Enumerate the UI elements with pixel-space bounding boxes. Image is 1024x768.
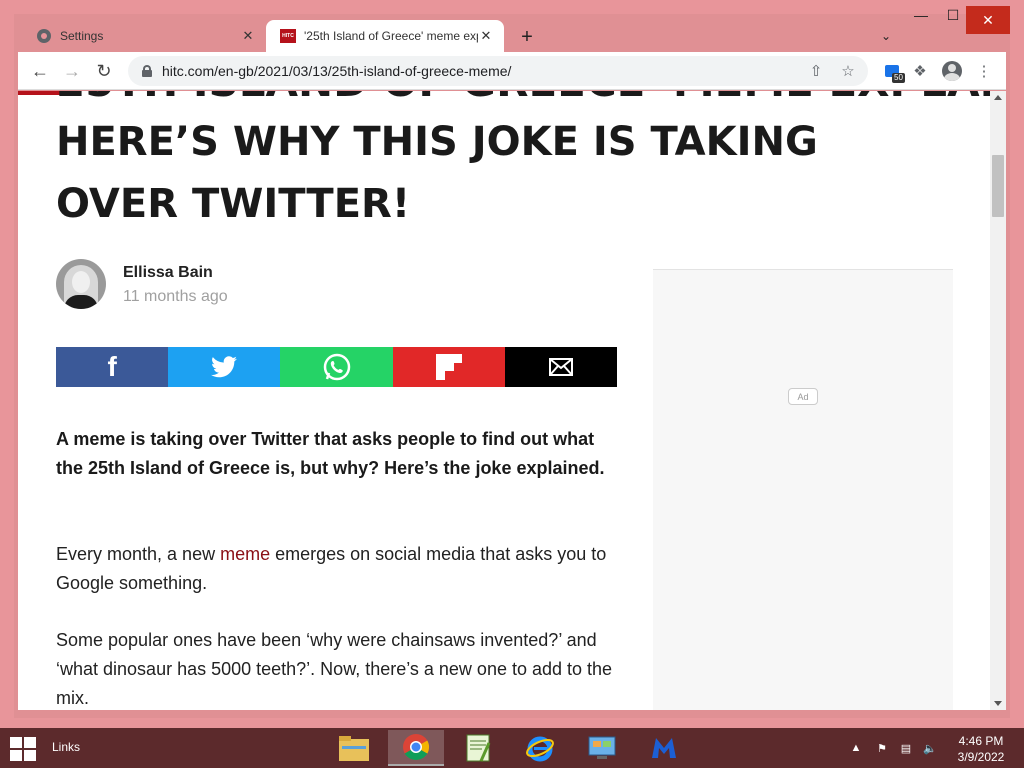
back-button[interactable]: ←: [28, 59, 52, 83]
tab-title: '25th Island of Greece' meme exp: [304, 29, 478, 43]
publish-time: 11 months ago: [123, 288, 228, 305]
address-bar[interactable]: hitc.com/en-gb/2021/03/13/25th-island-of…: [128, 56, 868, 86]
puzzle-extensions-icon[interactable]: ❖: [908, 59, 932, 83]
share-bar: f: [56, 347, 618, 387]
new-tab-button[interactable]: +: [516, 26, 538, 48]
article-headline: HERE’S WHY THIS JOKE IS TAKING OVER TWIT…: [56, 119, 818, 227]
article-paragraph: Some popular ones have been ‘why were ch…: [56, 630, 613, 708]
tab-article[interactable]: HITC '25th Island of Greece' meme exp ✕: [266, 20, 504, 52]
meme-link[interactable]: meme: [220, 544, 270, 564]
file-explorer-icon[interactable]: [326, 730, 382, 766]
browser-toolbar: ← → ↻ hitc.com/en-gb/2021/03/13/25th-isl…: [18, 52, 1006, 90]
scrollbar-thumb[interactable]: [992, 155, 1004, 217]
windows-taskbar: Links ▲ ⚑ ▤ 🔈 4:46 PM 3/9/2022: [0, 728, 1024, 768]
facebook-share-button[interactable]: f: [56, 347, 169, 387]
malwarebytes-icon[interactable]: [636, 730, 692, 766]
network-icon[interactable]: ▤: [896, 728, 916, 768]
lock-icon[interactable]: [142, 65, 152, 77]
email-share-button[interactable]: [504, 347, 618, 387]
extension-icon[interactable]: 50: [880, 59, 905, 83]
article-paragraph: Every month, a new meme emerges on socia…: [56, 544, 607, 593]
close-icon[interactable]: ✕: [240, 28, 256, 44]
flipboard-icon: [435, 354, 462, 380]
share-icon[interactable]: ⇧: [804, 59, 828, 83]
flipboard-share-button[interactable]: [392, 347, 505, 387]
scroll-up-arrow-icon[interactable]: [994, 95, 1002, 100]
menu-kebab-icon[interactable]: ⋮: [972, 59, 996, 83]
notepad-plus-icon[interactable]: [450, 730, 506, 766]
forward-button[interactable]: →: [60, 59, 84, 83]
author-avatar[interactable]: [56, 259, 106, 309]
action-center-flag-icon[interactable]: ⚑: [872, 728, 892, 768]
clock-time: 4:46 PM: [958, 734, 1004, 748]
windows-start-button[interactable]: [10, 737, 36, 761]
show-hidden-icons-chevron-icon[interactable]: ▲: [848, 728, 864, 768]
clock-date: 3/9/2022: [957, 750, 1005, 764]
whatsapp-icon: [323, 353, 350, 381]
url-text[interactable]: hitc.com/en-gb/2021/03/13/25th-island-of…: [162, 63, 804, 79]
profile-button[interactable]: [940, 59, 964, 83]
scroll-down-arrow-icon[interactable]: [994, 701, 1002, 706]
extension-badge: 50: [892, 73, 905, 83]
gear-icon: [36, 28, 52, 44]
title-cut-off: 25TH ISLAND OF GREECE' MEME EXPLAINED:: [56, 91, 990, 106]
control-panel-icon[interactable]: [574, 730, 630, 766]
twitter-share-button[interactable]: [168, 347, 281, 387]
close-icon[interactable]: ✕: [478, 28, 494, 44]
bookmark-star-icon[interactable]: ☆: [836, 59, 860, 83]
tab-title: Settings: [60, 29, 104, 43]
chrome-icon[interactable]: [388, 730, 444, 766]
whatsapp-share-button[interactable]: [280, 347, 393, 387]
article-lead: A meme is taking over Twitter that asks …: [56, 429, 605, 478]
facebook-icon: f: [107, 351, 117, 382]
internet-explorer-icon[interactable]: [512, 730, 568, 766]
twitter-icon: [211, 356, 238, 378]
volume-muted-icon[interactable]: 🔈: [920, 728, 940, 768]
system-clock[interactable]: 4:46 PM 3/9/2022: [946, 733, 1016, 765]
hitc-favicon-icon: HITC: [280, 28, 296, 44]
tab-settings[interactable]: Settings ✕: [22, 20, 266, 52]
tab-strip: Settings ✕ HITC '25th Island of Greece' …: [18, 14, 1006, 52]
links-toolbar[interactable]: Links: [52, 740, 80, 754]
advertisement-slot[interactable]: Ad: [653, 269, 953, 710]
tab-search-chevron-icon[interactable]: ⌄: [876, 26, 896, 46]
author-name[interactable]: Ellissa Bain: [123, 264, 213, 282]
envelope-icon: [548, 358, 573, 376]
web-page: 25TH ISLAND OF GREECE' MEME EXPLAINED: H…: [18, 91, 990, 710]
ad-label: Ad: [788, 388, 818, 405]
reload-button[interactable]: ↻: [92, 59, 116, 83]
vertical-scrollbar[interactable]: [990, 91, 1006, 710]
